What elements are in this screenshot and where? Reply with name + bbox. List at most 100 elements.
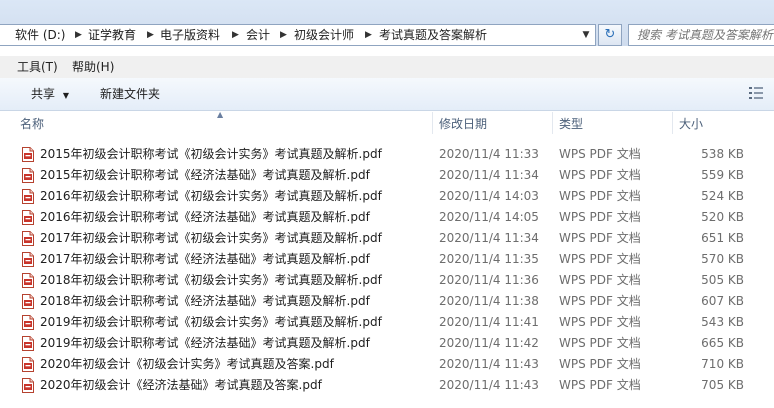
share-label: 共享 bbox=[31, 87, 56, 101]
file-row[interactable]: 2018年初级会计职称考试《初级会计实务》考试真题及解析.pdf 2020/11/… bbox=[0, 270, 774, 291]
share-button[interactable]: 共享 ▼ bbox=[31, 78, 69, 110]
file-name: 2017年初级会计职称考试《初级会计实务》考试真题及解析.pdf bbox=[40, 231, 382, 245]
pdf-file-icon bbox=[22, 273, 34, 288]
search-input[interactable] bbox=[637, 26, 774, 44]
column-divider[interactable] bbox=[672, 112, 673, 134]
file-row[interactable]: 2015年初级会计职称考试《初级会计实务》考试真题及解析.pdf 2020/11/… bbox=[0, 144, 774, 165]
pdf-file-icon bbox=[22, 189, 34, 204]
column-divider[interactable] bbox=[552, 112, 553, 134]
breadcrumb-drive[interactable]: 软件 (D:) bbox=[15, 25, 65, 45]
breadcrumb-ebook[interactable]: 电子版资料 bbox=[160, 25, 220, 45]
file-type: WPS PDF 文档 bbox=[559, 357, 641, 371]
file-row[interactable]: 2019年初级会计职称考试《初级会计实务》考试真题及解析.pdf 2020/11/… bbox=[0, 312, 774, 333]
file-name: 2020年初级会计《初级会计实务》考试真题及答案.pdf bbox=[40, 357, 334, 371]
file-name: 2015年初级会计职称考试《初级会计实务》考试真题及解析.pdf bbox=[40, 147, 382, 161]
file-row[interactable]: 2018年初级会计职称考试《经济法基础》考试真题及解析.pdf 2020/11/4… bbox=[0, 291, 774, 312]
chevron-down-icon: ▼ bbox=[62, 91, 69, 100]
file-date: 2020/11/4 14:03 bbox=[439, 189, 539, 203]
command-toolbar: 共享 ▼ 新建文件夹 bbox=[0, 78, 774, 111]
chevron-right-icon[interactable]: ▶ bbox=[75, 25, 82, 45]
file-row[interactable]: 2017年初级会计职称考试《经济法基础》考试真题及解析.pdf 2020/11/4… bbox=[0, 249, 774, 270]
pdf-file-icon bbox=[22, 252, 34, 267]
file-row[interactable]: 2017年初级会计职称考试《初级会计实务》考试真题及解析.pdf 2020/11/… bbox=[0, 228, 774, 249]
file-type: WPS PDF 文档 bbox=[559, 252, 641, 266]
file-date: 2020/11/4 11:35 bbox=[439, 252, 539, 266]
file-type: WPS PDF 文档 bbox=[559, 315, 641, 329]
file-name: 2019年初级会计职称考试《初级会计实务》考试真题及解析.pdf bbox=[40, 315, 382, 329]
column-header-size[interactable]: 大小 bbox=[679, 110, 703, 138]
file-date: 2020/11/4 11:36 bbox=[439, 273, 539, 287]
pdf-file-icon bbox=[22, 357, 34, 372]
refresh-icon: ↻ bbox=[604, 27, 616, 42]
address-bar-row: 软件 (D:) ▶ 证学教育 ▶ 电子版资料 ▶ 会计 ▶ 初级会计师 ▶ 考试… bbox=[0, 0, 774, 46]
pdf-file-icon bbox=[22, 294, 34, 309]
address-bar[interactable]: 软件 (D:) ▶ 证学教育 ▶ 电子版资料 ▶ 会计 ▶ 初级会计师 ▶ 考试… bbox=[0, 24, 596, 46]
file-row[interactable]: 2019年初级会计职称考试《经济法基础》考试真题及解析.pdf 2020/11/4… bbox=[0, 333, 774, 354]
file-date: 2020/11/4 11:43 bbox=[439, 357, 539, 371]
file-type: WPS PDF 文档 bbox=[559, 294, 641, 308]
file-size: 520 KB bbox=[701, 210, 744, 224]
pdf-file-icon bbox=[22, 210, 34, 225]
breadcrumb-junior-accountant[interactable]: 初级会计师 bbox=[294, 25, 354, 45]
file-name: 2015年初级会计职称考试《经济法基础》考试真题及解析.pdf bbox=[40, 168, 370, 182]
file-name: 2019年初级会计职称考试《经济法基础》考试真题及解析.pdf bbox=[40, 336, 370, 350]
new-folder-button[interactable]: 新建文件夹 bbox=[100, 78, 160, 110]
file-row[interactable]: 2016年初级会计职称考试《初级会计实务》考试真题及解析.pdf 2020/11/… bbox=[0, 186, 774, 207]
pdf-file-icon bbox=[22, 231, 34, 246]
file-size: 665 KB bbox=[701, 336, 744, 350]
file-size: 559 KB bbox=[701, 168, 744, 182]
menu-help[interactable]: 帮助(H) bbox=[72, 56, 114, 78]
file-type: WPS PDF 文档 bbox=[559, 378, 641, 392]
column-header-name[interactable]: 名称 bbox=[20, 110, 44, 138]
file-type: WPS PDF 文档 bbox=[559, 189, 641, 203]
file-type: WPS PDF 文档 bbox=[559, 168, 641, 182]
address-dropdown-icon[interactable]: ▼ bbox=[579, 25, 593, 45]
file-size: 705 KB bbox=[701, 378, 744, 392]
file-size: 651 KB bbox=[701, 231, 744, 245]
file-name: 2017年初级会计职称考试《经济法基础》考试真题及解析.pdf bbox=[40, 252, 370, 266]
file-date: 2020/11/4 11:33 bbox=[439, 147, 539, 161]
file-row[interactable]: 2020年初级会计《经济法基础》考试真题及答案.pdf 2020/11/4 11:… bbox=[0, 375, 774, 396]
file-name: 2020年初级会计《经济法基础》考试真题及答案.pdf bbox=[40, 378, 322, 392]
file-date: 2020/11/4 14:05 bbox=[439, 210, 539, 224]
file-date: 2020/11/4 11:34 bbox=[439, 168, 539, 182]
file-row[interactable]: 2015年初级会计职称考试《经济法基础》考试真题及解析.pdf 2020/11/4… bbox=[0, 165, 774, 186]
file-name: 2018年初级会计职称考试《初级会计实务》考试真题及解析.pdf bbox=[40, 273, 382, 287]
file-name: 2018年初级会计职称考试《经济法基础》考试真题及解析.pdf bbox=[40, 294, 370, 308]
view-options-icon[interactable] bbox=[748, 86, 764, 100]
pdf-file-icon bbox=[22, 168, 34, 183]
file-type: WPS PDF 文档 bbox=[559, 273, 641, 287]
breadcrumb-current-folder[interactable]: 考试真题及答案解析 bbox=[379, 25, 487, 45]
menu-bar: 工具(T) 帮助(H) bbox=[0, 56, 774, 78]
file-size: 607 KB bbox=[701, 294, 744, 308]
file-size: 710 KB bbox=[701, 357, 744, 371]
file-type: WPS PDF 文档 bbox=[559, 210, 641, 224]
file-date: 2020/11/4 11:41 bbox=[439, 315, 539, 329]
refresh-button[interactable]: ↻ bbox=[598, 24, 622, 46]
chevron-right-icon[interactable]: ▶ bbox=[280, 25, 287, 45]
chevron-right-icon[interactable]: ▶ bbox=[365, 25, 372, 45]
column-header-type[interactable]: 类型 bbox=[559, 110, 583, 138]
menu-tools[interactable]: 工具(T) bbox=[17, 56, 58, 78]
file-date: 2020/11/4 11:34 bbox=[439, 231, 539, 245]
file-size: 543 KB bbox=[701, 315, 744, 329]
pdf-file-icon bbox=[22, 378, 34, 393]
file-type: WPS PDF 文档 bbox=[559, 336, 641, 350]
file-type: WPS PDF 文档 bbox=[559, 231, 641, 245]
chevron-right-icon[interactable]: ▶ bbox=[232, 25, 239, 45]
file-date: 2020/11/4 11:43 bbox=[439, 378, 539, 392]
file-row[interactable]: 2020年初级会计《初级会计实务》考试真题及答案.pdf 2020/11/4 11… bbox=[0, 354, 774, 375]
column-divider[interactable] bbox=[432, 112, 433, 134]
pdf-file-icon bbox=[22, 336, 34, 351]
column-header-date[interactable]: 修改日期 bbox=[439, 110, 487, 138]
file-type: WPS PDF 文档 bbox=[559, 147, 641, 161]
breadcrumb-zhengxue[interactable]: 证学教育 bbox=[88, 25, 136, 45]
file-size: 570 KB bbox=[701, 252, 744, 266]
file-list: 2015年初级会计职称考试《初级会计实务》考试真题及解析.pdf 2020/11/… bbox=[0, 144, 774, 396]
file-name: 2016年初级会计职称考试《初级会计实务》考试真题及解析.pdf bbox=[40, 189, 382, 203]
file-row[interactable]: 2016年初级会计职称考试《经济法基础》考试真题及解析.pdf 2020/11/4… bbox=[0, 207, 774, 228]
breadcrumb-accounting[interactable]: 会计 bbox=[246, 25, 270, 45]
chevron-right-icon[interactable]: ▶ bbox=[147, 25, 154, 45]
pdf-file-icon bbox=[22, 147, 34, 162]
search-box[interactable] bbox=[628, 24, 774, 46]
